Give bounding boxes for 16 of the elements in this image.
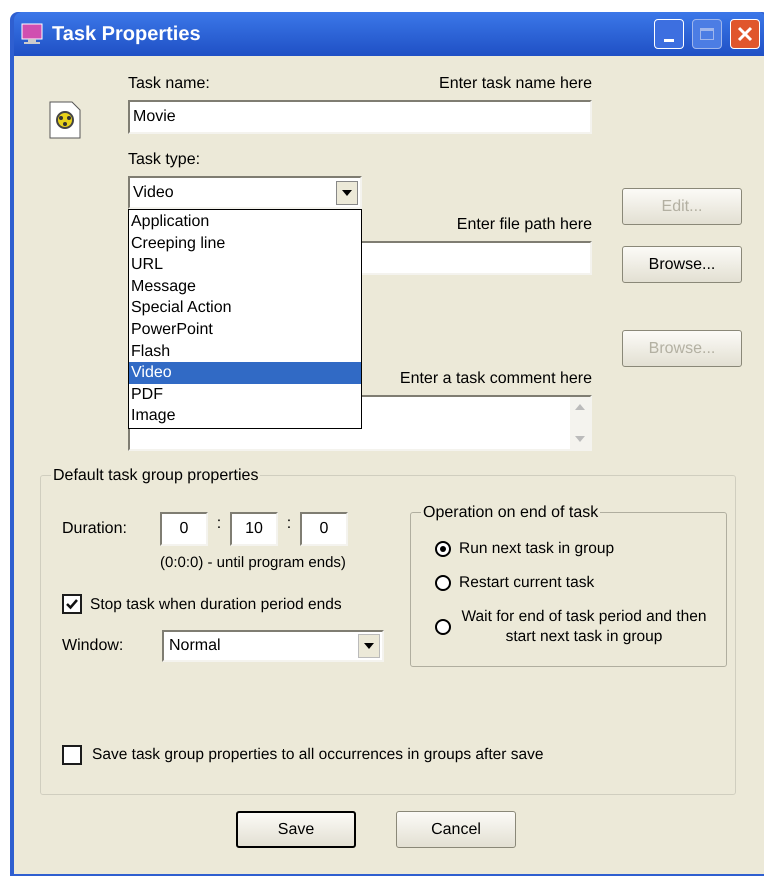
radio-label: Wait for end of task period and then start next task in group <box>460 607 708 647</box>
field-label: Window: <box>62 636 124 656</box>
hint-text: Enter file path here <box>456 215 592 235</box>
checkbox-label: Stop task when duration period ends <box>90 594 342 614</box>
radio-label: Run next task in group <box>459 539 616 559</box>
radio-label: Restart current task <box>459 573 596 593</box>
separator-text: : <box>286 514 292 534</box>
window-title: Task Properties <box>52 22 202 47</box>
hint-text: (0:0:0) - until program ends) <box>160 553 347 573</box>
field-label: Duration: <box>62 519 128 539</box>
separator-text: : <box>216 514 222 534</box>
field-label: Task type: <box>128 150 202 170</box>
hint-text: Enter task name here <box>439 74 592 94</box>
checkbox-label: Save task group properties to all occurrences in groups after save <box>92 745 544 765</box>
hint-text: Enter a task comment here <box>400 369 592 389</box>
field-label: Task name: <box>128 74 210 94</box>
